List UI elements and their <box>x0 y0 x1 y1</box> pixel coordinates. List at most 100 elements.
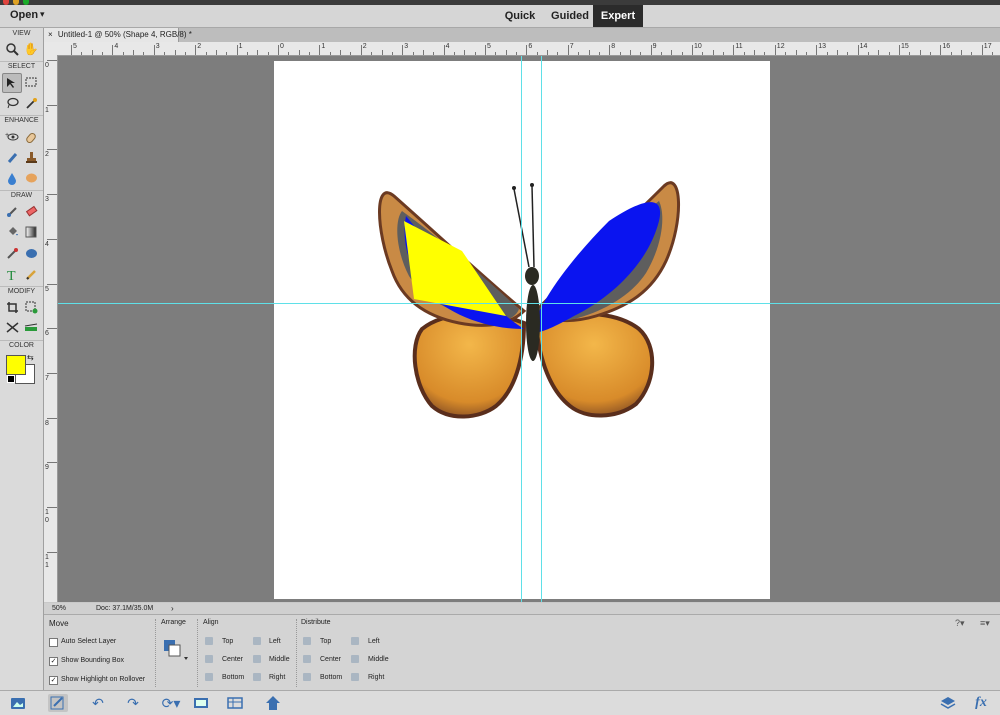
ruler-number: 2 <box>197 43 202 50</box>
crop-tool-icon[interactable] <box>3 298 21 316</box>
ruler-subtick <box>878 50 880 55</box>
type-tool-icon[interactable]: T <box>3 265 21 283</box>
brush-tool-icon[interactable] <box>3 202 21 220</box>
blur-tool-icon[interactable] <box>3 169 21 187</box>
align-center-button[interactable]: Center <box>222 656 243 663</box>
layout-icon[interactable] <box>191 694 211 712</box>
red-eye-tool-icon[interactable]: + <box>3 128 21 146</box>
ruler-tick <box>733 45 735 55</box>
clone-stamp-tool-icon[interactable] <box>22 148 40 166</box>
close-tab-icon[interactable]: × <box>48 30 53 39</box>
ruler-subtick <box>102 52 104 55</box>
marquee-tool-icon[interactable] <box>22 73 40 91</box>
ruler-subtick <box>205 52 207 55</box>
open-button[interactable]: Open <box>10 9 38 21</box>
magic-wand-tool-icon[interactable] <box>22 94 40 112</box>
align-middle-icon[interactable] <box>253 655 261 663</box>
vertical-guide[interactable] <box>521 56 522 602</box>
document-canvas[interactable] <box>274 61 770 599</box>
distribute-middle-icon[interactable] <box>351 655 359 663</box>
move-tool-icon[interactable] <box>2 73 22 93</box>
ruler-subtick <box>557 52 559 55</box>
distribute-middle-button[interactable]: Middle <box>368 656 389 663</box>
gradient-tool-icon[interactable] <box>22 223 40 241</box>
ruler-number: 6 <box>528 43 533 50</box>
pencil-tool-icon[interactable] <box>22 265 40 283</box>
eraser-tool-icon[interactable] <box>22 202 40 220</box>
align-left-icon[interactable] <box>253 637 261 645</box>
mode-tab-quick[interactable]: Quick <box>500 5 540 27</box>
horizontal-guide[interactable] <box>58 303 1000 304</box>
options-menu-icon[interactable]: ≡▾ <box>980 618 990 629</box>
align-middle-button[interactable]: Middle <box>269 656 290 663</box>
ruler-number: 9 <box>45 464 49 472</box>
distribute-left-button[interactable]: Left <box>368 638 380 645</box>
distribute-center-button[interactable]: Center <box>320 656 341 663</box>
zoom-tool-icon[interactable] <box>3 40 21 58</box>
arrange-menu-icon[interactable] <box>163 639 188 660</box>
align-center-icon[interactable] <box>205 655 213 663</box>
default-colors-icon[interactable] <box>7 375 15 383</box>
rotate-icon[interactable]: ⟳▾ <box>158 694 184 712</box>
document-tab-title: Untitled-1 @ 50% (Shape 4, RGB/8) * <box>57 30 192 39</box>
zoom-level[interactable]: 50% <box>52 603 66 614</box>
effects-button[interactable]: fx <box>971 694 991 712</box>
foreground-color-swatch[interactable] <box>6 355 26 375</box>
auto-select-layer-checkbox[interactable] <box>49 638 58 647</box>
eyedropper-tool-icon[interactable] <box>3 244 21 262</box>
status-menu-arrow-icon[interactable]: › <box>171 603 174 614</box>
ruler-tick <box>236 45 238 55</box>
ruler-number: 17 <box>983 43 992 50</box>
show-highlight-checkbox[interactable]: ✓ <box>49 676 58 685</box>
smart-brush-tool-icon[interactable] <box>3 148 21 166</box>
ruler-subtick <box>350 52 352 55</box>
align-bottom-button[interactable]: Bottom <box>222 674 244 681</box>
distribute-top-button[interactable]: Top <box>320 638 331 645</box>
distribute-left-icon[interactable] <box>351 637 359 645</box>
layers-icon[interactable] <box>938 694 958 712</box>
distribute-right-button[interactable]: Right <box>368 674 384 681</box>
distribute-right-icon[interactable] <box>351 673 359 681</box>
distribute-top-icon[interactable] <box>303 637 311 645</box>
help-icon[interactable]: ?▾ <box>955 618 965 629</box>
align-right-icon[interactable] <box>253 673 261 681</box>
ruler-subtick <box>329 52 331 55</box>
distribute-bottom-icon[interactable] <box>303 673 311 681</box>
organizer-icon[interactable] <box>225 694 245 712</box>
swap-colors-icon[interactable]: ⇆ <box>27 353 34 362</box>
ellipse-shape-tool-icon[interactable] <box>22 244 40 262</box>
align-right-button[interactable]: Right <box>269 674 285 681</box>
align-top-icon[interactable] <box>205 637 213 645</box>
undo-icon[interactable]: ↶ <box>88 694 108 712</box>
vertical-guide[interactable] <box>541 56 542 602</box>
ruler-subtick <box>754 50 756 55</box>
mode-tab-guided[interactable]: Guided <box>548 5 592 27</box>
spot-healing-tool-icon[interactable] <box>22 128 40 146</box>
ruler-number: 3 <box>45 196 49 204</box>
sponge-tool-icon[interactable] <box>22 169 40 187</box>
align-left-button[interactable]: Left <box>269 638 281 645</box>
document-tab[interactable]: × Untitled-1 @ 50% (Shape 4, RGB/8) * <box>44 28 192 42</box>
ruler-number: 5 <box>73 43 77 50</box>
hand-tool-icon[interactable]: ✋ <box>22 40 40 58</box>
align-bottom-icon[interactable] <box>205 673 213 681</box>
open-dropdown-icon[interactable]: ▾ <box>40 9 45 20</box>
distribute-bottom-button[interactable]: Bottom <box>320 674 342 681</box>
redo-icon[interactable]: ↷ <box>123 694 143 712</box>
ruler-subtick <box>122 52 124 55</box>
home-screen-icon[interactable] <box>263 694 283 712</box>
photo-bin-icon[interactable] <box>8 694 28 712</box>
straighten-tool-icon[interactable] <box>22 318 40 336</box>
tool-options-icon[interactable] <box>48 694 68 712</box>
align-top-button[interactable]: Top <box>222 638 233 645</box>
lasso-tool-icon[interactable] <box>3 94 21 112</box>
recompose-tool-icon[interactable] <box>22 298 40 316</box>
paint-bucket-tool-icon[interactable] <box>3 223 21 241</box>
content-aware-move-tool-icon[interactable] <box>3 318 21 336</box>
distribute-center-icon[interactable] <box>303 655 311 663</box>
show-bounding-box-checkbox[interactable]: ✓ <box>49 657 58 666</box>
ruler-subtick <box>288 52 290 55</box>
ruler-tick <box>195 45 197 55</box>
mode-tab-expert[interactable]: Expert <box>593 5 643 27</box>
ruler-number: 1 1 <box>45 553 49 569</box>
